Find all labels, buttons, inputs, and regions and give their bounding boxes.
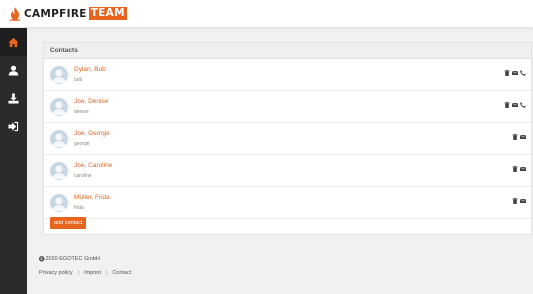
contact-list: Dylan, Bob bob Joe, Denise denise Joe, G… [44,59,531,219]
top-bar: CAMPFIRE TEAM [0,0,533,28]
trash-icon[interactable] [504,70,510,76]
imprint-link[interactable]: Imprint [84,270,101,276]
contact-name[interactable]: Joe, George [74,130,110,137]
contact-username: bob [74,77,83,83]
privacy-policy-link[interactable]: Privacy policy [39,270,73,276]
list-item: Müller, Frida frida [44,187,531,219]
home-icon [8,37,19,47]
contacts-panel: Contacts Dylan, Bob bob Joe, Denise deni… [43,42,532,235]
sidebar [0,28,27,294]
list-item: Joe, Denise denise [44,91,531,123]
avatar-placeholder-icon [52,101,66,115]
contact-username: caroline [74,173,92,179]
copyright-icon [39,256,45,262]
envelope-icon[interactable] [520,166,526,172]
avatar [50,98,68,116]
avatar-placeholder-icon [52,133,66,147]
logout-icon [8,121,19,131]
contact-actions [512,166,526,172]
avatar [50,130,68,148]
avatar-placeholder-icon [52,69,66,83]
contact-actions [504,102,526,108]
panel-title: Contacts [44,43,531,59]
envelope-icon[interactable] [520,134,526,140]
contact-username: denise [74,109,89,115]
avatar [50,66,68,84]
avatar-placeholder-icon [52,197,66,211]
list-item: Joe, George george [44,123,531,155]
add-contact-button[interactable]: add contact [50,217,87,229]
envelope-icon[interactable] [520,198,526,204]
avatar [50,194,68,212]
trash-icon[interactable] [512,198,518,204]
list-item: Dylan, Bob bob [44,59,531,91]
contact-name[interactable]: Müller, Frida [74,194,110,201]
logo-text-campfire: CAMPFIRE [24,7,87,20]
avatar-placeholder-icon [52,165,66,179]
trash-icon[interactable] [512,134,518,140]
sidebar-item-profile[interactable] [0,56,27,84]
contact-name[interactable]: Dylan, Bob [74,66,106,73]
list-item: Joe, Caroline caroline [44,155,531,187]
copyright-text: 2020 EGOTEC GmbH [45,256,100,262]
contact-link[interactable]: Contact [112,270,131,276]
avatar [50,162,68,180]
contact-username: george [74,141,90,147]
link-separator: | [105,270,108,276]
flame-icon [10,6,20,21]
contact-name[interactable]: Joe, Caroline [74,162,112,169]
envelope-icon[interactable] [512,70,518,76]
link-separator: | [77,270,80,276]
contact-name[interactable]: Joe, Denise [74,98,108,105]
download-icon [8,92,19,104]
trash-icon[interactable] [512,166,518,172]
envelope-icon[interactable] [512,102,518,108]
contact-actions [504,70,526,76]
logo[interactable]: CAMPFIRE TEAM [9,6,127,21]
sidebar-item-logout[interactable] [0,112,27,140]
contact-username: frida [74,205,84,211]
sidebar-item-home[interactable] [0,28,27,56]
phone-icon[interactable] [520,102,526,108]
user-icon [8,65,19,76]
contact-actions [512,134,526,140]
trash-icon[interactable] [504,102,510,108]
sidebar-item-download[interactable] [0,84,27,112]
footer-links: Privacy policy | Imprint | Contact [39,270,131,276]
phone-icon[interactable] [520,70,526,76]
logo-text-team: TEAM [88,7,127,20]
contact-actions [512,198,526,204]
copyright: 2020 EGOTEC GmbH [39,256,100,262]
footer: 2020 EGOTEC GmbH [39,256,100,262]
